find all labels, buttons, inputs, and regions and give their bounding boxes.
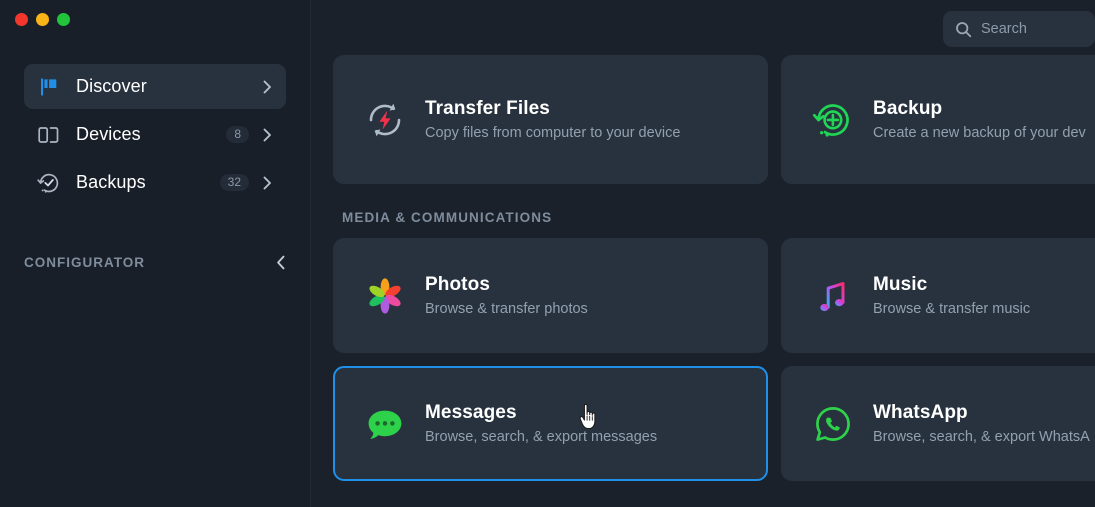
chevron-right-icon — [261, 128, 273, 142]
section-header-media-communications: MEDIA & COMMUNICATIONS — [342, 210, 553, 225]
top-card-grid: Transfer Files Copy files from computer … — [333, 55, 1095, 184]
app-window: Discover Devices 8 Backups 32 CONFIGURAT… — [0, 0, 1095, 507]
card-subtitle: Create a new backup of your dev — [873, 125, 1086, 141]
transfer-files-icon — [363, 98, 407, 142]
media-card-grid: Photos Browse & transfer photos Music Br… — [333, 238, 1095, 481]
window-traffic-lights — [15, 13, 70, 26]
close-window-button[interactable] — [15, 13, 28, 26]
card-text: Transfer Files Copy files from computer … — [425, 98, 680, 141]
card-text: Backup Create a new backup of your dev — [873, 98, 1086, 141]
sidebar-section-configurator[interactable]: CONFIGURATOR — [24, 248, 286, 276]
card-photos[interactable]: Photos Browse & transfer photos — [333, 238, 768, 353]
card-backup[interactable]: Backup Create a new backup of your dev — [781, 55, 1095, 184]
chevron-right-icon — [261, 176, 273, 190]
sidebar-item-backups[interactable]: Backups 32 — [24, 160, 286, 205]
chevron-right-icon — [261, 80, 273, 94]
sidebar-item-label: Devices — [76, 124, 141, 144]
card-whatsapp[interactable]: WhatsApp Browse, search, & export WhatsA — [781, 366, 1095, 481]
main-content: Search Transfer Files Copy files from co… — [311, 0, 1095, 507]
music-icon — [811, 274, 855, 318]
backup-check-icon — [36, 170, 62, 196]
chevron-left-icon[interactable] — [276, 255, 286, 270]
card-music[interactable]: Music Browse & transfer music — [781, 238, 1095, 353]
sidebar: Discover Devices 8 Backups 32 CONFIGURAT… — [0, 0, 311, 507]
card-text: WhatsApp Browse, search, & export WhatsA — [873, 402, 1090, 445]
card-subtitle: Browse & transfer music — [873, 301, 1031, 317]
card-transfer-files[interactable]: Transfer Files Copy files from computer … — [333, 55, 768, 184]
card-subtitle: Browse, search, & export WhatsA — [873, 429, 1090, 445]
card-subtitle: Browse, search, & export messages — [425, 429, 658, 445]
card-messages[interactable]: Messages Browse, search, & export messag… — [333, 366, 768, 481]
photos-icon — [363, 274, 407, 318]
configurator-label: CONFIGURATOR — [24, 254, 145, 270]
card-title: Music — [873, 274, 928, 295]
sidebar-item-label: Discover — [76, 76, 147, 96]
card-subtitle: Copy files from computer to your device — [425, 125, 681, 141]
card-title: Transfer Files — [425, 98, 550, 119]
sidebar-item-badge: 8 — [226, 126, 249, 143]
maximize-window-button[interactable] — [57, 13, 70, 26]
backup-plus-icon — [811, 98, 855, 142]
sidebar-item-discover[interactable]: Discover — [24, 64, 286, 109]
sidebar-item-devices[interactable]: Devices 8 — [24, 112, 286, 157]
card-text: Photos Browse & transfer photos — [425, 274, 588, 317]
sidebar-item-badge: 32 — [219, 174, 249, 191]
whatsapp-icon — [811, 402, 855, 446]
card-subtitle: Browse & transfer photos — [425, 301, 588, 317]
minimize-window-button[interactable] — [36, 13, 49, 26]
cards-area: Transfer Files Copy files from computer … — [311, 0, 1095, 507]
card-title: WhatsApp — [873, 402, 968, 423]
sidebar-nav-list: Discover Devices 8 Backups 32 — [0, 64, 310, 208]
card-text: Messages Browse, search, & export messag… — [425, 402, 657, 445]
sidebar-item-label: Backups — [76, 172, 146, 192]
devices-icon — [36, 122, 62, 148]
card-title: Photos — [425, 274, 490, 295]
card-title: Backup — [873, 98, 943, 119]
messages-icon — [363, 402, 407, 446]
flag-icon — [36, 74, 62, 100]
card-text: Music Browse & transfer music — [873, 274, 1030, 317]
card-title: Messages — [425, 402, 517, 423]
